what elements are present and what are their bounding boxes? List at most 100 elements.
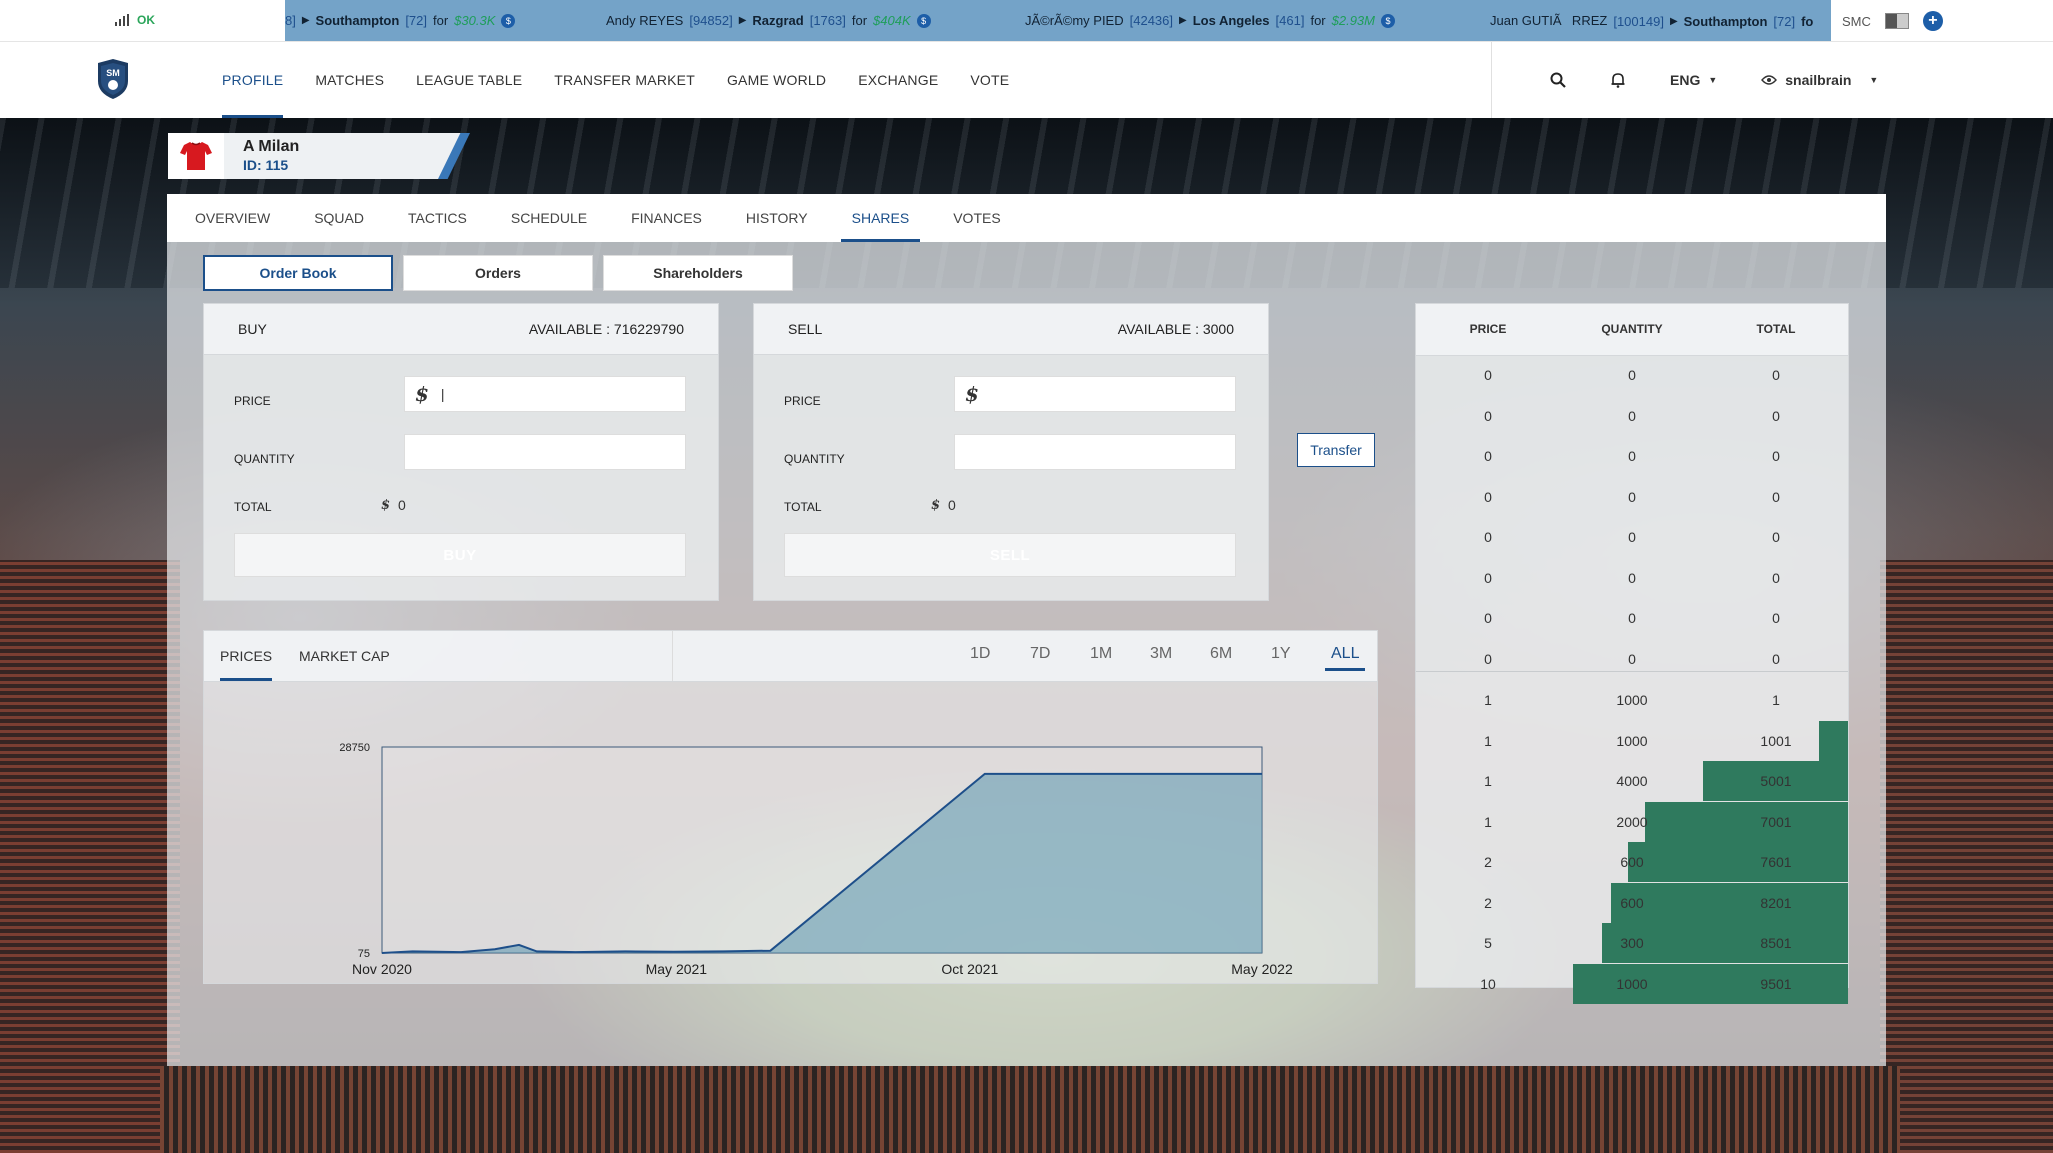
wallet-card-icon[interactable] (1884, 13, 1909, 29)
price-chart: 28750 75Nov 2020 May 2021 Oct 2021 May 2022 (339, 742, 1293, 977)
ask-row[interactable]: 2 600 7601 (1416, 842, 1848, 882)
buy-form: BUY AVAILABLE : 716229790 PRICE $ | QUAN… (203, 303, 719, 601)
tab-tactics[interactable]: TACTICS (386, 194, 489, 242)
range-3m-button[interactable]: 3M (1150, 631, 1172, 677)
range-7d-button[interactable]: 7D (1030, 631, 1050, 677)
club-id: ID: 115 (243, 157, 289, 173)
tab-market-cap[interactable]: MARKET CAP (299, 631, 390, 681)
shareholders-button[interactable]: Shareholders (603, 255, 793, 291)
sell-quantity-input[interactable] (954, 434, 1236, 470)
bid-row[interactable]: 0 0 0 (1416, 598, 1848, 638)
ask-row[interactable]: 1 1000 1001 (1416, 720, 1848, 761)
add-funds-plus-icon[interactable]: + (1922, 11, 1943, 31)
ticker-item[interactable]: 8] ▶ Southampton [72] for $30.3K $ (285, 13, 516, 28)
language-selector[interactable]: ENG ▼ (1670, 72, 1717, 88)
transfer-ticker-band: 8] ▶ Southampton [72] for $30.3K $ Andy … (285, 0, 1831, 41)
ticker-team-id: [72] (1773, 14, 1796, 29)
bid-row[interactable]: 0 0 0 (1416, 355, 1848, 395)
tab-history[interactable]: HISTORY (724, 194, 830, 242)
tab-votes[interactable]: VOTES (931, 194, 1022, 242)
ticker-for: for (851, 13, 868, 28)
ticker-player-id: [94852] (689, 13, 733, 28)
y-tick-label: 28750 (339, 742, 370, 754)
range-1d-button[interactable]: 1D (970, 631, 990, 677)
tab-schedule[interactable]: SCHEDULE (489, 194, 609, 242)
ticker-team: Los Angeles (1192, 13, 1270, 28)
x-tick-label: May 2022 (1231, 961, 1293, 977)
ticker-for: for (433, 13, 449, 28)
buy-price-input[interactable]: $ | (404, 376, 686, 412)
bid-row[interactable]: 0 0 0 (1416, 436, 1848, 476)
range-1m-button[interactable]: 1M (1090, 631, 1112, 677)
cell-total: 0 (1772, 650, 1780, 667)
buy-price-label: PRICE (234, 394, 271, 408)
ticker-item[interactable]: Andy REYES [94852] ▶ Razgrad [1763] for … (606, 13, 931, 28)
ask-row[interactable]: 5 300 8501 (1416, 923, 1848, 963)
ask-row[interactable]: 1 4000 5001 (1416, 761, 1848, 801)
ticker-item[interactable]: Juan GUTIÃRREZ [100149] ▶ Southampton [… (1490, 13, 1813, 30)
bid-row[interactable]: 0 0 0 (1416, 639, 1848, 679)
caret-down-icon: ▼ (1708, 75, 1718, 85)
sell-price-input[interactable]: $ (954, 376, 1236, 412)
cell-quantity: 0 (1628, 448, 1636, 464)
nav-exchange[interactable]: EXCHANGE (842, 42, 954, 118)
bid-row[interactable]: 0 0 0 (1416, 396, 1848, 436)
cell-total: 0 (1772, 367, 1780, 383)
ticker-team-id: [72] (405, 13, 427, 28)
cell-total: 1 (1772, 692, 1780, 708)
tab-finances[interactable]: FINANCES (609, 194, 724, 242)
cell-price: 0 (1484, 407, 1492, 424)
orders-button[interactable]: Orders (403, 255, 593, 291)
tab-squad[interactable]: SQUAD (292, 194, 386, 242)
range-1y-button[interactable]: 1Y (1271, 631, 1291, 677)
bid-row[interactable]: 0 0 0 (1416, 477, 1848, 517)
cell-price: 0 (1484, 650, 1492, 667)
nav-game-world[interactable]: GAME WORLD (711, 42, 842, 118)
arrow-right-icon: ▶ (1669, 16, 1678, 27)
user-menu[interactable]: snailbrain ▼ (1761, 72, 1878, 88)
chart-tabs: PRICES MARKET CAP 1D 7D 1M 3M 6M 1Y ALL (204, 631, 1377, 682)
sell-price-label: PRICE (784, 394, 821, 408)
ticker-player-id: 8] (285, 13, 296, 28)
x-tick-label: Nov 2020 (352, 961, 412, 977)
crowd-bottom (160, 1066, 1900, 1153)
cell-total: 7001 (1760, 813, 1792, 830)
buy-quantity-input[interactable] (404, 434, 686, 470)
bid-row[interactable]: 0 0 0 (1416, 558, 1848, 598)
cell-total: 0 (1772, 407, 1780, 424)
cell-quantity: 0 (1628, 610, 1636, 626)
soccer-manager-logo[interactable]: SM (96, 59, 130, 99)
buy-total: $ 0 (381, 497, 406, 513)
y-tick-label: 75 (358, 948, 370, 960)
tab-overview[interactable]: OVERVIEW (167, 194, 292, 242)
range-6m-button[interactable]: 6M (1210, 631, 1232, 677)
order-book-button[interactable]: Order Book (203, 255, 393, 291)
bell-icon[interactable] (1610, 72, 1626, 88)
bid-row[interactable]: 0 0 0 (1416, 517, 1848, 557)
ask-row[interactable]: 10 1000 9501 (1416, 963, 1848, 1004)
ticker-team: Southampton (315, 13, 400, 28)
tab-shares[interactable]: SHARES (830, 194, 932, 242)
cell-quantity: 4000 (1616, 773, 1648, 789)
nav-transfer-market[interactable]: TRANSFER MARKET (538, 42, 711, 118)
search-icon[interactable] (1550, 72, 1566, 88)
ticker-player-id: [100149] (1613, 14, 1664, 29)
cell-quantity: 0 (1628, 407, 1636, 424)
ask-row[interactable]: 1 2000 7001 (1416, 801, 1848, 842)
range-all-button[interactable]: ALL (1324, 631, 1367, 677)
buy-button[interactable]: BUY (234, 533, 686, 577)
ticker-item[interactable]: JÃ©rÃ©my PIED [42436] ▶ Los Angeles [461… (1025, 13, 1395, 28)
ask-row[interactable]: 1 1000 1 (1416, 680, 1848, 720)
nav-profile[interactable]: PROFILE (222, 42, 299, 118)
nav-vote[interactable]: VOTE (954, 42, 1025, 118)
ask-row[interactable]: 2 600 8201 (1416, 882, 1848, 923)
ticker-player-id: [42436] (1129, 13, 1173, 28)
shares-panel: OVERVIEW SQUAD TACTICS SCHEDULE FINANCES… (167, 194, 1886, 1066)
nav-matches[interactable]: MATCHES (299, 42, 400, 118)
transfer-button[interactable]: Transfer (1297, 433, 1375, 467)
cell-price: 0 (1484, 610, 1492, 626)
sell-button[interactable]: SELL (784, 533, 1236, 577)
tab-prices[interactable]: PRICES (220, 631, 273, 681)
nav-league-table[interactable]: LEAGUE TABLE (400, 42, 538, 118)
ticker-for: fo (1801, 14, 1814, 29)
